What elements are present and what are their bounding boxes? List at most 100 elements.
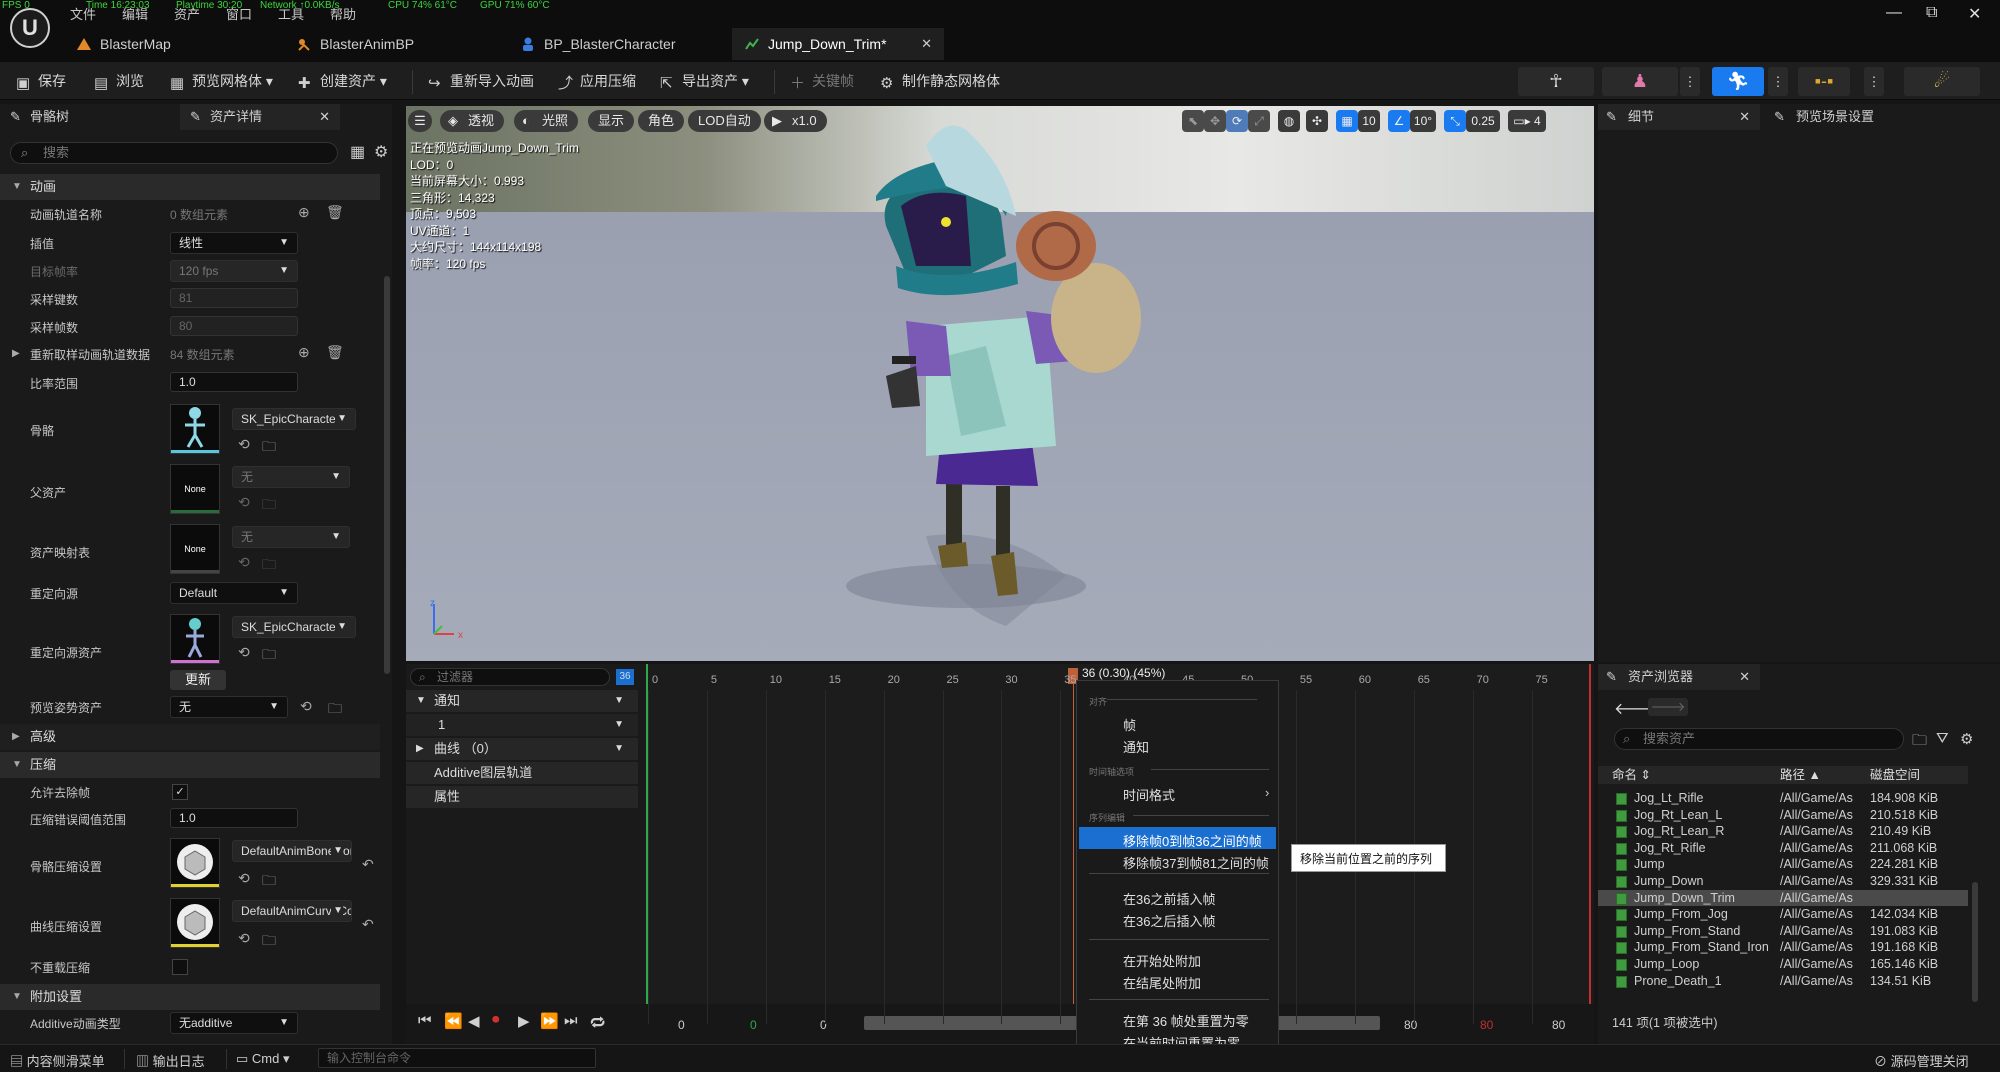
go-to-start-icon[interactable]: ⏮	[418, 1012, 432, 1029]
preview-pose-dropdown[interactable]: 无 ▼	[170, 696, 288, 718]
asset-row[interactable]: Jog_Rt_Lean_L/All/Game/As 210.518 KiB	[1598, 807, 1968, 824]
delete-icon[interactable]: 🗑︎	[326, 344, 344, 361]
asset-row[interactable]: Jog_Rt_Rifle/All/Game/As 211.068 KiB	[1598, 840, 1968, 857]
apply-compression-button[interactable]: ⤴ 应用压缩	[556, 69, 636, 93]
angle-snap-value[interactable]: 10°	[1410, 110, 1436, 132]
view-end-value[interactable]: 80	[1404, 1018, 1417, 1032]
character-button[interactable]: 角色	[638, 110, 685, 132]
lod-button[interactable]: LOD自动	[688, 110, 761, 132]
grid-snap-icon[interactable]: ▦	[1336, 110, 1358, 132]
column-size[interactable]: 磁盘空间	[1870, 766, 1920, 784]
camera-speed-button[interactable]: ▭▸ 4	[1508, 110, 1546, 132]
menu-edit[interactable]: 编辑	[122, 4, 148, 23]
console-input[interactable]: 输入控制台命令	[318, 1048, 596, 1068]
folder-icon[interactable]: 🗀︎	[1912, 730, 1927, 755]
settings-gear-icon[interactable]: ⚙	[374, 142, 388, 162]
skeleton-dropdown[interactable]: SK_EpicCharacter ▼	[232, 408, 356, 430]
surface-snap-icon[interactable]: ✣	[1306, 110, 1328, 132]
browse-asset-icon[interactable]: 🗀︎	[262, 870, 276, 894]
tab-details[interactable]: ✎ 细节 ✕	[1598, 104, 1760, 130]
content-drawer-button[interactable]: ▤ 内容侧滑菜单	[10, 1051, 105, 1070]
expand-arrow-icon[interactable]: ▶	[12, 348, 20, 359]
minimize-button[interactable]: —	[1886, 4, 1902, 22]
playback-start-value[interactable]: 0	[750, 1018, 757, 1032]
close-window-button[interactable]: ✕	[1968, 4, 1981, 24]
output-log-button[interactable]: ▥ 输出日志	[136, 1051, 205, 1070]
use-selected-icon[interactable]: ⟲	[238, 870, 250, 887]
play-forward-icon[interactable]: ▶	[518, 1012, 530, 1030]
select-mode-icon[interactable]: ⬉	[1182, 110, 1204, 132]
asset-row[interactable]: Jump_Down_Trim/All/Game/As	[1598, 889, 1968, 907]
search-input[interactable]: ⌕ 搜索	[10, 142, 338, 164]
use-selected-icon[interactable]: ⟲	[238, 930, 250, 947]
menu-file[interactable]: 文件	[70, 4, 96, 23]
close-tab-icon[interactable]: ✕	[1739, 104, 1750, 130]
category-compression[interactable]: ▼ 压缩	[0, 752, 380, 778]
scale-icon[interactable]: ⤢	[1248, 110, 1270, 132]
playback-speed-button[interactable]: ▶ x1.0	[764, 110, 827, 132]
tab-blasteranimbp[interactable]: BlasterAnimBP	[284, 28, 504, 60]
lit-button[interactable]: ◐ 光照	[514, 110, 579, 132]
loop-icon[interactable]: 🔁︎	[590, 1012, 605, 1034]
curve-compression-dropdown[interactable]: DefaultAnimCurveCompression▼	[232, 900, 352, 922]
preview-viewport[interactable]: ☰ ◈ 透视 ◐ 光照 显示 角色 LOD自动 ▶ x1.0 ⬉ ✥ ⟳ ⤢ ◍ ✣ …	[406, 106, 1594, 661]
menu-help[interactable]: 帮助	[330, 4, 356, 23]
bone-compression-dropdown[interactable]: DefaultAnimBoneCompression▼	[232, 840, 352, 862]
category-advanced[interactable]: ▶ 高级	[0, 724, 380, 750]
asset-row[interactable]: Jump_From_Jog/All/Game/As 142.034 KiB	[1598, 906, 1968, 923]
menu-item-append-end[interactable]: 在结尾处附加	[1123, 973, 1201, 992]
add-element-icon[interactable]: ⊕	[298, 344, 310, 361]
blueprint-mode-options[interactable]: ⋮	[1864, 67, 1884, 96]
use-selected-icon[interactable]: ⟲	[238, 644, 250, 661]
details-scrollbar[interactable]	[384, 276, 390, 674]
translate-icon[interactable]: ✥	[1204, 110, 1226, 132]
track-notify-1[interactable]: 1 ▼	[406, 714, 638, 736]
current-frame-box[interactable]: 36	[616, 669, 634, 685]
menu-item-remove-before[interactable]: 移除帧0到帧36之间的帧	[1123, 831, 1262, 850]
blueprint-mode-button[interactable]: ▪‑▪	[1798, 67, 1850, 96]
menu-item-insert-before[interactable]: 在36之前插入帧	[1123, 889, 1215, 908]
add-element-icon[interactable]: ⊕	[298, 204, 310, 221]
delete-icon[interactable]: 🗑︎	[326, 204, 344, 221]
asset-row[interactable]: Jump_Down/All/Game/As 329.331 KiB	[1598, 873, 1968, 890]
track-additive[interactable]: Additive图层轨道	[406, 762, 638, 784]
menu-asset[interactable]: 资产	[174, 4, 200, 23]
retarget-asset-thumbnail[interactable]	[170, 614, 220, 664]
category-animation[interactable]: ▼ 动画	[0, 174, 380, 200]
tab-asset-browser[interactable]: ✎ 资产浏览器 ✕	[1598, 664, 1760, 690]
unreal-logo-icon[interactable]: U	[10, 8, 50, 48]
scale-snap-value[interactable]: 0.25	[1466, 110, 1500, 132]
play-reverse-icon[interactable]: ◀	[468, 1012, 480, 1030]
filter-input[interactable]: ⌕ 过滤器	[410, 668, 610, 686]
scale-snap-icon[interactable]: ⤡	[1444, 110, 1466, 132]
asset-list-scrollbar[interactable]	[1972, 882, 1978, 1002]
browse-asset-icon[interactable]: 🗀︎	[262, 644, 276, 668]
source-control-button[interactable]: ⊘ 源码管理关闭	[1874, 1051, 1969, 1070]
cmd-dropdown[interactable]: ▭ Cmd ▾	[236, 1051, 290, 1067]
menu-item-remove-after[interactable]: 移除帧37到帧81之间的帧	[1123, 853, 1269, 872]
asset-row[interactable]: Prone_Death_1/All/Game/As 134.51 KiB	[1598, 973, 1968, 990]
menu-window[interactable]: 窗口	[226, 4, 252, 23]
asset-mapping-thumbnail[interactable]: None	[170, 524, 220, 574]
retarget-asset-dropdown[interactable]: SK_EpicCharacter ▼	[232, 616, 356, 638]
tab-preview-scene-settings[interactable]: ✎ 预览场景设置	[1766, 104, 1966, 130]
animation-mode-options[interactable]: ⋮	[1768, 67, 1788, 96]
curve-compression-thumbnail[interactable]	[170, 898, 220, 948]
browse-asset-icon[interactable]: 🗀︎	[262, 930, 276, 954]
perspective-button[interactable]: ◈ 透视	[440, 110, 505, 132]
close-tab-icon[interactable]: ✕	[921, 28, 932, 60]
angle-snap-icon[interactable]: ∠	[1388, 110, 1410, 132]
column-path[interactable]: 路径 ▲	[1780, 766, 1821, 784]
playback-end-value[interactable]: 80	[1480, 1018, 1493, 1032]
parent-asset-thumbnail[interactable]: None	[170, 464, 220, 514]
tab-blastermap[interactable]: BlasterMap	[64, 28, 284, 60]
asset-row[interactable]: Jump_Loop/All/Game/As 165.146 KiB	[1598, 956, 1968, 973]
save-button[interactable]: ▣ 保存	[14, 69, 66, 93]
column-name[interactable]: 命名 ⇕	[1612, 766, 1651, 784]
preview-mesh-button[interactable]: ▦ 预览网格体 ▾	[168, 69, 273, 93]
menu-item-time-format[interactable]: 时间格式	[1123, 785, 1175, 804]
additive-type-dropdown[interactable]: 无additive ▼	[170, 1012, 298, 1034]
close-tab-icon[interactable]: ✕	[1739, 664, 1750, 690]
go-to-end-icon[interactable]: ⏭	[564, 1012, 578, 1029]
retarget-source-dropdown[interactable]: Default ▼	[170, 582, 298, 604]
